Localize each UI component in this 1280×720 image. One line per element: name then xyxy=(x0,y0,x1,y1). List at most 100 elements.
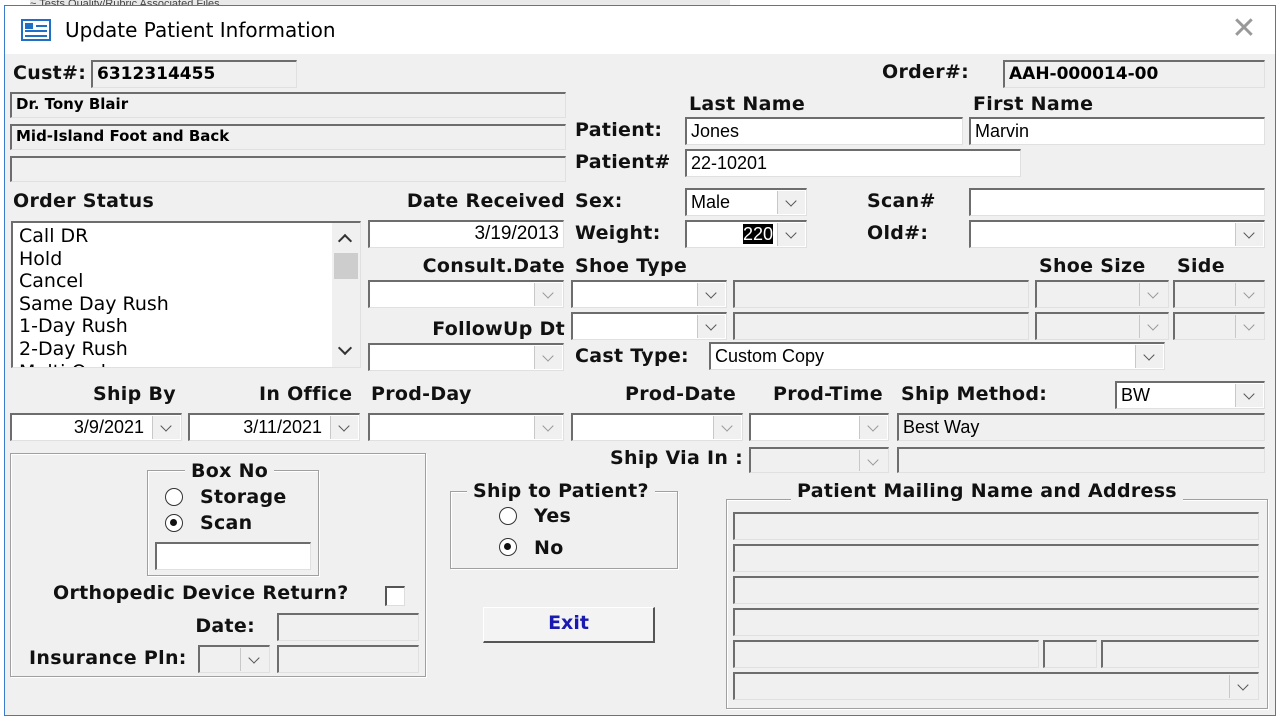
order-status-item[interactable]: Cancel xyxy=(13,270,360,293)
order-status-item[interactable]: Same Day Rush xyxy=(13,293,360,316)
order-status-item[interactable]: Hold xyxy=(13,248,360,271)
order-status-listbox[interactable]: Call DR Hold Cancel Same Day Rush 1-Day Rush… xyxy=(11,221,361,368)
chevron-down-icon[interactable] xyxy=(534,346,562,369)
chevron-down-icon[interactable] xyxy=(859,416,887,439)
return-date-label: Date: xyxy=(195,615,255,637)
mailing-country-select[interactable] xyxy=(733,672,1259,700)
customer-line3-field[interactable] xyxy=(10,156,566,182)
ship-method-description[interactable]: Best Way xyxy=(897,413,1265,441)
mailing-line-2[interactable] xyxy=(733,544,1259,572)
prod-time-select[interactable] xyxy=(749,413,889,441)
doctor-name-field[interactable]: Dr. Tony Blair xyxy=(10,92,566,118)
order-number-field[interactable]: AAH-000014-00 xyxy=(1003,60,1265,88)
ship-method-select[interactable]: BW xyxy=(1115,381,1265,409)
chevron-down-icon[interactable] xyxy=(330,416,358,439)
mailing-zip[interactable] xyxy=(1101,640,1259,668)
shoe-type-desc-2[interactable] xyxy=(733,312,1029,340)
consult-date-select[interactable] xyxy=(368,280,564,308)
shoe-type-select-1[interactable] xyxy=(571,280,727,308)
scan-number-input[interactable] xyxy=(969,188,1265,216)
chevron-down-icon[interactable] xyxy=(1235,384,1263,407)
patient-label: Patient: xyxy=(575,119,663,141)
chevron-down-icon[interactable] xyxy=(713,416,741,439)
insurance-plan-description[interactable] xyxy=(277,645,419,673)
scan-radio[interactable] xyxy=(165,514,183,532)
ship-method-code: BW xyxy=(1121,385,1150,405)
chevron-down-icon[interactable] xyxy=(240,648,268,671)
chevron-down-icon[interactable] xyxy=(1235,223,1263,246)
old-number-select[interactable] xyxy=(969,220,1265,248)
insurance-plan-label: Insurance Pln: xyxy=(29,647,187,669)
weight-label: Weight: xyxy=(575,222,661,244)
ship-via-select[interactable] xyxy=(749,447,889,473)
chevron-down-icon[interactable] xyxy=(1139,283,1167,306)
storage-radio[interactable] xyxy=(165,488,183,506)
followup-date-select[interactable] xyxy=(368,343,564,371)
side-select-2[interactable] xyxy=(1173,312,1265,340)
last-name-input[interactable]: Jones xyxy=(685,117,963,145)
mailing-line-4[interactable] xyxy=(733,608,1259,636)
ship-by-select[interactable]: 3/9/2021 xyxy=(10,413,182,441)
order-status-scrollbar[interactable] xyxy=(332,223,360,367)
chevron-down-icon[interactable] xyxy=(534,416,562,439)
shoe-size-select-1[interactable] xyxy=(1035,280,1169,308)
side-select-1[interactable] xyxy=(1173,280,1265,308)
chevron-down-icon[interactable] xyxy=(152,416,180,439)
patient-number-input[interactable]: 22-10201 xyxy=(685,149,1021,177)
ship-via-description[interactable] xyxy=(897,447,1265,473)
chevron-down-icon[interactable] xyxy=(697,315,725,338)
scroll-thumb[interactable] xyxy=(334,253,358,279)
scroll-down-icon[interactable] xyxy=(337,340,353,356)
mailing-line-1[interactable] xyxy=(733,512,1259,540)
scroll-up-icon[interactable] xyxy=(337,233,353,249)
mailing-state[interactable] xyxy=(1043,640,1097,668)
return-date-field[interactable] xyxy=(277,613,419,641)
order-status-item[interactable]: 2-Day Rush xyxy=(13,338,360,361)
chevron-down-icon[interactable] xyxy=(1135,345,1163,368)
ortho-return-checkbox[interactable] xyxy=(385,586,405,606)
weight-value: 220 xyxy=(742,224,773,244)
cust-number-field[interactable]: 6312314455 xyxy=(91,60,297,88)
ship-yes-radio[interactable] xyxy=(499,507,517,525)
sex-label: Sex: xyxy=(575,190,623,212)
chevron-down-icon[interactable] xyxy=(777,223,805,246)
insurance-plan-select[interactable] xyxy=(198,645,270,673)
order-status-item[interactable]: 1-Day Rush xyxy=(13,315,360,338)
mailing-city[interactable] xyxy=(733,640,1039,668)
cust-label: Cust#: xyxy=(13,62,87,84)
date-received-label: Date Received xyxy=(406,190,565,212)
close-icon[interactable]: ✕ xyxy=(1227,14,1261,46)
shoe-type-select-2[interactable] xyxy=(571,312,727,340)
chevron-down-icon[interactable] xyxy=(1235,283,1263,306)
chevron-down-icon[interactable] xyxy=(777,191,805,214)
prod-date-select[interactable] xyxy=(571,413,743,441)
in-office-select[interactable]: 3/11/2021 xyxy=(188,413,360,441)
chevron-down-icon[interactable] xyxy=(1235,315,1263,338)
exit-button[interactable]: Exit xyxy=(483,607,655,643)
date-received-field[interactable]: 3/19/2013 xyxy=(368,220,564,248)
order-status-item[interactable]: Multi Orders xyxy=(13,361,360,367)
ship-by-value: 3/9/2021 xyxy=(73,417,144,437)
prod-date-label: Prod-Date xyxy=(625,383,737,405)
mailing-line-3[interactable] xyxy=(733,576,1259,604)
shoe-size-select-2[interactable] xyxy=(1035,312,1169,340)
sex-select[interactable]: Male xyxy=(685,188,807,216)
first-name-input[interactable]: Marvin xyxy=(969,117,1265,145)
order-status-item[interactable]: Call DR xyxy=(13,225,360,248)
practice-name-field[interactable]: Mid-Island Foot and Back xyxy=(10,124,566,150)
shoe-type-desc-1[interactable] xyxy=(733,280,1029,308)
chevron-down-icon[interactable] xyxy=(534,283,562,306)
chevron-down-icon[interactable] xyxy=(1229,675,1257,698)
prod-day-select[interactable] xyxy=(368,413,564,441)
chevron-down-icon[interactable] xyxy=(859,450,887,471)
cast-type-select[interactable]: Custom Copy xyxy=(709,342,1165,370)
order-status-label: Order Status xyxy=(13,190,155,212)
weight-select[interactable]: 220 xyxy=(685,220,807,248)
box-number-input[interactable] xyxy=(155,542,311,570)
ship-no-radio[interactable] xyxy=(499,538,517,556)
chevron-down-icon[interactable] xyxy=(697,283,725,306)
storage-option-label: Storage xyxy=(200,486,287,508)
patient-number-label: Patient# xyxy=(575,151,671,173)
chevron-down-icon[interactable] xyxy=(1139,315,1167,338)
ortho-return-label: Orthopedic Device Return? xyxy=(53,582,349,604)
